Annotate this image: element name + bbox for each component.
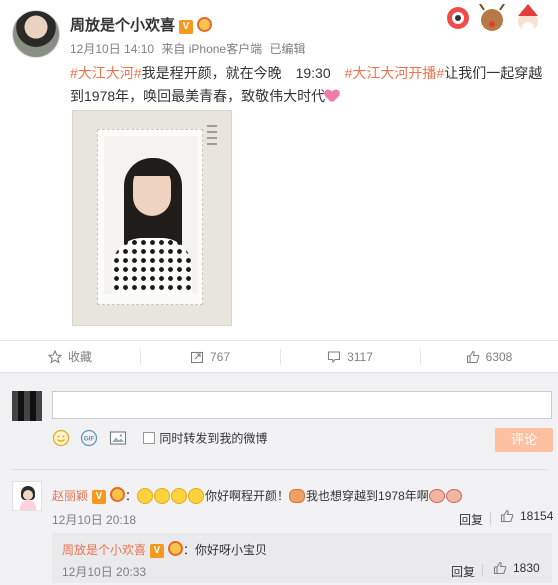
reply-text: 你好呀小宝贝 bbox=[195, 543, 268, 557]
heart-icon bbox=[325, 90, 339, 102]
post-author-name[interactable]: 周放是个小欢喜 bbox=[70, 17, 175, 34]
verified-badge-icon: V bbox=[179, 20, 194, 34]
comment-icon bbox=[328, 351, 341, 364]
favorite-button[interactable]: 收藏 bbox=[0, 341, 140, 373]
crying-emoji-icon bbox=[428, 489, 445, 503]
medal-icon bbox=[110, 487, 126, 502]
post-source: 来自 iPhone客户端 bbox=[161, 42, 263, 56]
hashtag-link[interactable]: #大江大河# bbox=[70, 65, 142, 81]
laughing-emoji-icon bbox=[188, 488, 205, 504]
author-avatar[interactable] bbox=[12, 10, 60, 58]
comment-reply-button[interactable]: 回复 bbox=[459, 511, 483, 528]
reply-reply-button[interactable]: 回复 bbox=[451, 563, 475, 580]
laughing-emoji-icon bbox=[137, 488, 154, 504]
photo-frame bbox=[97, 129, 203, 305]
svg-text:GIF: GIF bbox=[84, 436, 95, 443]
crying-emoji-icon bbox=[445, 489, 462, 503]
submit-comment-button[interactable]: 评论 bbox=[495, 428, 553, 452]
sync-forward-checkbox[interactable] bbox=[143, 432, 156, 444]
post-image[interactable] bbox=[72, 110, 232, 326]
commenter-name[interactable]: 赵丽颖 bbox=[52, 489, 88, 503]
post-edited: 已编辑 bbox=[269, 42, 306, 56]
thumbs-up-icon bbox=[493, 561, 507, 575]
star-icon bbox=[47, 350, 62, 364]
post-author[interactable]: 周放是个小欢喜 V bbox=[70, 14, 213, 35]
forward-button[interactable]: 767 bbox=[140, 341, 280, 373]
hashtag-link[interactable]: #大江大河开播# bbox=[345, 65, 445, 81]
comment-like-count: 18154 bbox=[520, 509, 554, 523]
current-user-avatar bbox=[12, 391, 42, 421]
reply-content: 周放是个小欢喜 V ：你好呀小宝贝 bbox=[62, 541, 267, 558]
handwriting-decoration bbox=[207, 121, 221, 161]
separator bbox=[482, 564, 483, 577]
forward-icon bbox=[190, 351, 204, 364]
nested-reply: 周放是个小欢喜 V ：你好呀小宝贝 12月10日 20:33 回复 1830 bbox=[52, 533, 552, 583]
separator bbox=[490, 512, 491, 525]
thumbs-up-icon bbox=[466, 350, 479, 364]
reply-like-count: 1830 bbox=[513, 561, 540, 575]
comment-content: 赵丽颖 V ： 你好啊程开颜！ 我也想穿越到1978年啊 bbox=[52, 487, 463, 504]
comment-time: 12月10日 20:18 bbox=[52, 513, 137, 527]
weibo-post: 周放是个小欢喜 V 12月10日 14:10 来自 iPhone客户端 已编辑 #… bbox=[0, 0, 558, 340]
comment-input[interactable] bbox=[52, 391, 552, 419]
reply-colon: ： bbox=[183, 543, 196, 557]
emoji-icon[interactable] bbox=[52, 429, 70, 447]
comment-text: 我也想穿越到1978年啊 bbox=[306, 489, 429, 503]
post-timestamp[interactable]: 12月10日 14:10 bbox=[70, 42, 154, 56]
divider bbox=[10, 469, 548, 470]
reply-time: 12月10日 20:33 bbox=[62, 565, 147, 579]
laughing-emoji-icon bbox=[171, 488, 188, 504]
post-meta: 12月10日 14:10 来自 iPhone客户端 已编辑 bbox=[70, 40, 309, 57]
post-text: #大江大河#我是程开颜，就在今晚 19:30 #大江大河开播#让我们一起穿越到1… bbox=[70, 62, 550, 108]
thumbs-up-icon bbox=[500, 509, 514, 523]
fist-emoji-icon bbox=[289, 489, 306, 503]
medal-icon bbox=[197, 17, 213, 32]
gif-icon[interactable]: GIF bbox=[80, 429, 98, 447]
reply-like-button[interactable]: 1830 bbox=[493, 561, 540, 575]
favorite-label: 收藏 bbox=[67, 350, 92, 364]
reply-author-name[interactable]: 周放是个小欢喜 bbox=[62, 543, 146, 557]
comment-colon: ： bbox=[125, 489, 138, 503]
verified-badge-icon: V bbox=[150, 544, 165, 558]
image-icon[interactable] bbox=[109, 429, 127, 447]
forward-count: 767 bbox=[209, 350, 231, 364]
comment-count: 3117 bbox=[347, 350, 373, 364]
like-button[interactable]: 6308 bbox=[420, 341, 558, 373]
portrait-photo bbox=[104, 136, 198, 294]
photo-footer-decoration bbox=[117, 317, 187, 325]
comment-like-button[interactable]: 18154 bbox=[500, 509, 553, 523]
verified-badge-icon: V bbox=[92, 490, 107, 504]
laughing-emoji-icon bbox=[154, 488, 171, 504]
sync-forward-label[interactable]: 同时转发到我的微博 bbox=[159, 432, 267, 446]
like-count: 6308 bbox=[485, 350, 513, 364]
post-text-segment: 我是程开颜，就在今晚 19:30 bbox=[141, 65, 345, 81]
medal-icon bbox=[168, 541, 184, 556]
comment-text: 你好啊程开颜！ bbox=[205, 489, 290, 503]
comment-section: GIF 同时转发到我的微博 评论 赵丽颖 V ： 你好啊程开颜！ 我也想穿越到1978年… bbox=[0, 372, 558, 585]
commenter-avatar[interactable] bbox=[12, 481, 42, 511]
composer-tools: GIF 同时转发到我的微博 bbox=[52, 429, 267, 447]
christmas-decoration-icon bbox=[447, 4, 538, 34]
post-action-bar: 收藏 767 3117 6308 bbox=[0, 340, 558, 372]
comment-button[interactable]: 3117 bbox=[280, 341, 420, 373]
